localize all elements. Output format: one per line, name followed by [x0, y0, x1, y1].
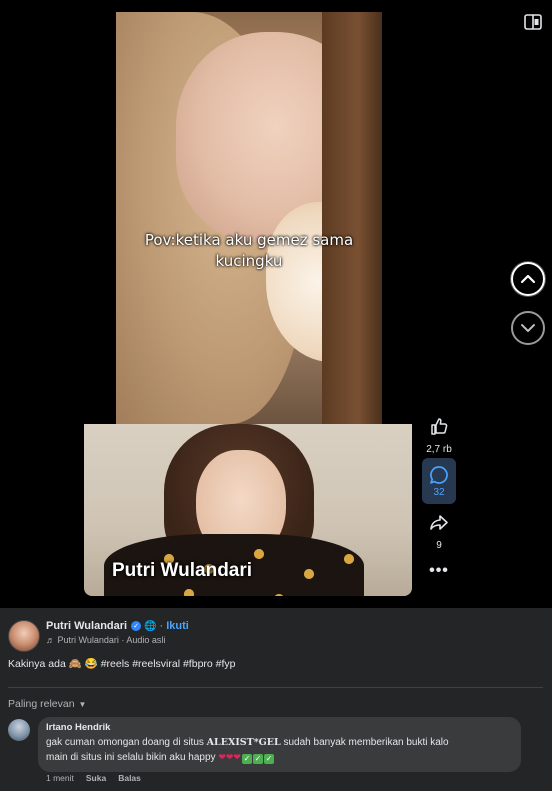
thumbs-up-icon [431, 418, 448, 435]
comment-reply-button[interactable]: Balas [118, 773, 141, 783]
comment-sort-dropdown[interactable]: Paling relevan ▼ [8, 698, 86, 710]
like-count: 2,7 rb [426, 444, 452, 455]
reel-viewer: Pov:ketika aku gemez sama kucingku Putri… [0, 0, 552, 791]
author-row: Putri Wulandari ✓ 🌐 · Ikuti ♬ Putri Wula… [8, 620, 189, 652]
share-icon [430, 515, 448, 530]
author-name[interactable]: Putri Wulandari [46, 620, 127, 632]
follow-button[interactable]: Ikuti [166, 620, 189, 632]
video-overlay-name: Putri Wulandari [112, 560, 253, 581]
author-line: Putri Wulandari ✓ 🌐 · Ikuti [46, 620, 189, 632]
reel-info-panel: Putri Wulandari ✓ 🌐 · Ikuti ♬ Putri Wula… [0, 608, 552, 791]
author-avatar[interactable] [8, 620, 40, 652]
comment-text-part-2: sudah banyak memberikan bukti kalo [280, 737, 449, 748]
comment-time[interactable]: 1 menit [46, 773, 74, 783]
picture-in-picture-button[interactable] [522, 12, 544, 32]
comment-count: 32 [433, 486, 445, 498]
like-action[interactable]: 2,7 rb [420, 416, 458, 455]
check-emoji-icon: ✓ [252, 754, 263, 764]
video-frame-top [116, 12, 382, 424]
video-caption: Pov:ketika aku gemez sama kucingku [116, 230, 382, 272]
share-count: 9 [436, 540, 442, 551]
comment-meta: 1 menit Suka Balas [46, 773, 153, 783]
commenter-avatar[interactable] [8, 719, 30, 741]
video-background [322, 12, 382, 424]
check-emoji-icon: ✓ [241, 754, 252, 764]
comment-action-highlight: 32 [422, 458, 456, 504]
comment-text-line-2: main di situs ini selalu bikin aku happy [46, 752, 219, 763]
comment-sort-label: Paling relevan [8, 698, 75, 710]
more-options-icon: ••• [429, 562, 449, 579]
globe-icon: 🌐 [144, 620, 157, 632]
check-emoji-icon: ✓ [263, 754, 274, 764]
comment-icon [430, 465, 448, 484]
separator-dot: · [159, 620, 164, 632]
heart-emoji-icon: ❤❤❤ [218, 752, 241, 762]
caret-down-icon: ▼ [78, 699, 87, 709]
comment-text-part-1: gak cuman omongan doang di situs [46, 737, 207, 748]
audio-label: Putri Wulandari · Audio asli [57, 635, 166, 645]
commenter-name[interactable]: Irtano Hendrik [46, 722, 513, 733]
audio-line[interactable]: ♬ Putri Wulandari · Audio asli [46, 635, 189, 645]
comment-action[interactable]: 32 [420, 458, 458, 504]
next-reel-button[interactable] [511, 311, 545, 345]
comment-brand: ALEXIST*GEL [206, 737, 281, 748]
video-player[interactable]: Pov:ketika aku gemez sama kucingku Putri… [0, 0, 552, 608]
divider [8, 687, 543, 688]
comment-bubble: Irtano Hendrik gak cuman omongan doang d… [38, 717, 521, 772]
picture-in-picture-icon [524, 14, 542, 30]
music-note-icon: ♬ [46, 635, 55, 645]
caption-line-1: Pov:ketika aku gemez sama [144, 231, 354, 249]
more-options-button[interactable]: ••• [420, 562, 458, 580]
previous-reel-button[interactable] [511, 262, 545, 296]
chevron-down-icon [521, 324, 535, 332]
verified-icon: ✓ [131, 621, 142, 631]
comment-like-button[interactable]: Suka [86, 773, 106, 783]
chevron-up-icon [520, 274, 536, 284]
post-caption: Kakinya ada 🙈 😂 #reels #reelsviral #fbpr… [8, 658, 236, 670]
comment-text: gak cuman omongan doang di situs ALEXIST… [46, 736, 513, 765]
share-action[interactable]: 9 [420, 514, 458, 551]
author-info: Putri Wulandari ✓ 🌐 · Ikuti ♬ Putri Wula… [46, 620, 189, 645]
caption-line-2: kucingku [215, 252, 283, 270]
